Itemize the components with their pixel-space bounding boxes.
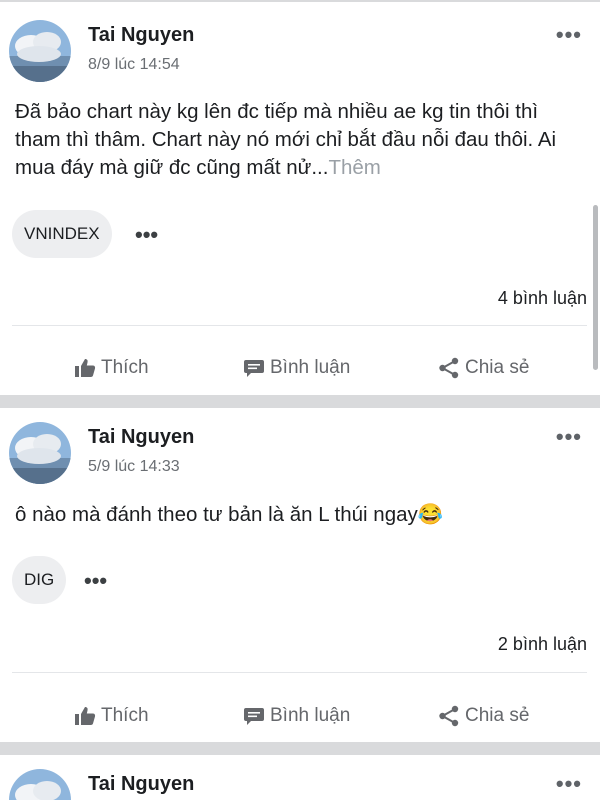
comment-button[interactable]: Bình luận bbox=[243, 348, 350, 388]
laughing-emoji: 😂 bbox=[417, 503, 444, 526]
more-icon[interactable]: ••• bbox=[556, 773, 582, 795]
divider bbox=[12, 325, 587, 326]
tag-more-icon[interactable]: ••• bbox=[135, 224, 158, 246]
post-body: ô nào mà đánh theo tư bản là ăn L thúi n… bbox=[15, 503, 418, 526]
topic-tag[interactable]: DIG bbox=[12, 556, 67, 604]
thumbs-up-icon bbox=[75, 707, 96, 725]
like-button[interactable]: Thích bbox=[74, 348, 149, 388]
avatar[interactable] bbox=[9, 20, 71, 82]
post-card: Tai Nguyen ••• bbox=[0, 755, 600, 800]
topic-tag[interactable]: VNINDEX bbox=[12, 210, 112, 258]
more-icon[interactable]: ••• bbox=[556, 426, 582, 448]
like-label: Thích bbox=[101, 705, 149, 726]
tag-more-icon[interactable]: ••• bbox=[84, 570, 107, 592]
see-more-link[interactable]: Thêm bbox=[328, 156, 380, 179]
comment-icon bbox=[244, 360, 264, 377]
divider bbox=[12, 672, 587, 673]
comment-label: Bình luận bbox=[270, 357, 351, 378]
author-name[interactable]: Tai Nguyen bbox=[88, 773, 194, 796]
like-button[interactable]: Thích bbox=[74, 696, 149, 736]
post-time[interactable]: 5/9 lúc 14:33 bbox=[88, 458, 180, 476]
comment-count[interactable]: 2 bình luận bbox=[498, 634, 587, 655]
post-card: Tai Nguyen 5/9 lúc 14:33 ••• ô nào mà đá… bbox=[0, 408, 600, 742]
share-icon bbox=[439, 357, 459, 379]
post-text: ô nào mà đánh theo tư bản là ăn L thúi n… bbox=[15, 501, 578, 529]
post-time[interactable]: 8/9 lúc 14:54 bbox=[88, 56, 180, 74]
share-label: Chia sẻ bbox=[465, 705, 530, 726]
avatar[interactable] bbox=[9, 422, 71, 484]
share-icon bbox=[439, 705, 459, 727]
post-body: Đã bảo chart này kg lên đc tiếp mà nhiều… bbox=[15, 100, 557, 179]
avatar[interactable] bbox=[9, 769, 71, 800]
thumbs-up-icon bbox=[75, 359, 96, 377]
post-text: Đã bảo chart này kg lên đc tiếp mà nhiều… bbox=[15, 98, 578, 182]
comment-count[interactable]: 4 bình luận bbox=[498, 288, 587, 309]
share-button[interactable]: Chia sẻ bbox=[438, 696, 529, 736]
more-icon[interactable]: ••• bbox=[556, 24, 582, 46]
action-bar: Thích Bình luận Chia sẻ bbox=[0, 696, 600, 736]
post-card: Tai Nguyen 8/9 lúc 14:54 ••• Đã bảo char… bbox=[0, 2, 600, 395]
comment-button[interactable]: Bình luận bbox=[243, 696, 350, 736]
comment-icon bbox=[244, 708, 264, 725]
scrollbar[interactable] bbox=[593, 205, 598, 370]
comment-label: Bình luận bbox=[270, 705, 351, 726]
author-name[interactable]: Tai Nguyen bbox=[88, 426, 194, 449]
share-button[interactable]: Chia sẻ bbox=[438, 348, 529, 388]
like-label: Thích bbox=[101, 357, 149, 378]
author-name[interactable]: Tai Nguyen bbox=[88, 24, 194, 47]
share-label: Chia sẻ bbox=[465, 357, 530, 378]
action-bar: Thích Bình luận Chia sẻ bbox=[0, 348, 600, 388]
